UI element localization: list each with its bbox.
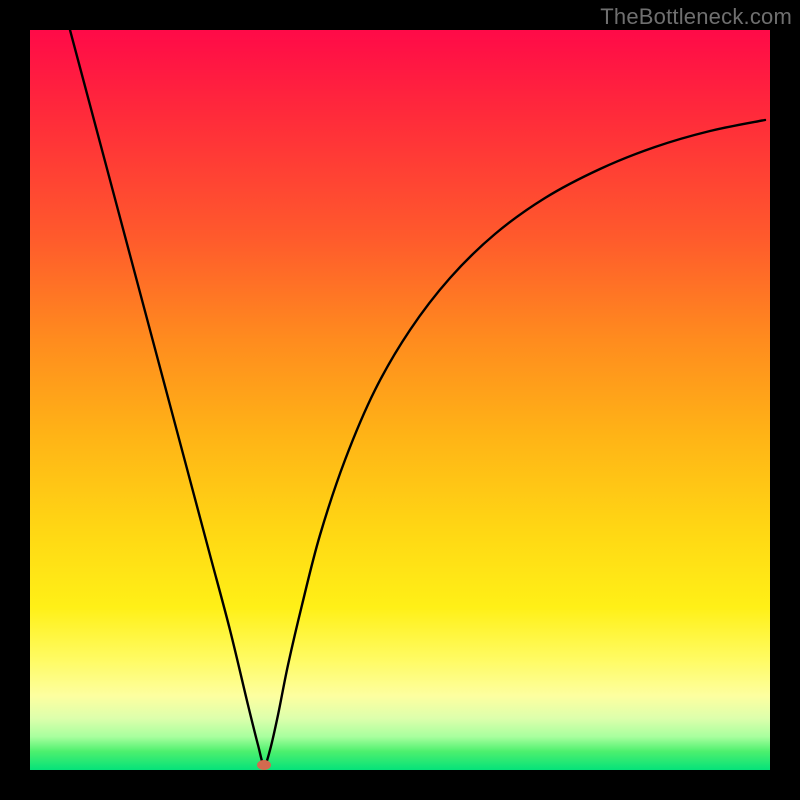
- watermark-text: TheBottleneck.com: [600, 4, 792, 30]
- plot-area: [30, 30, 770, 770]
- bottleneck-curve: [70, 30, 765, 765]
- curve-layer: [30, 30, 770, 770]
- chart-frame: TheBottleneck.com: [0, 0, 800, 800]
- optimum-marker: [257, 760, 271, 770]
